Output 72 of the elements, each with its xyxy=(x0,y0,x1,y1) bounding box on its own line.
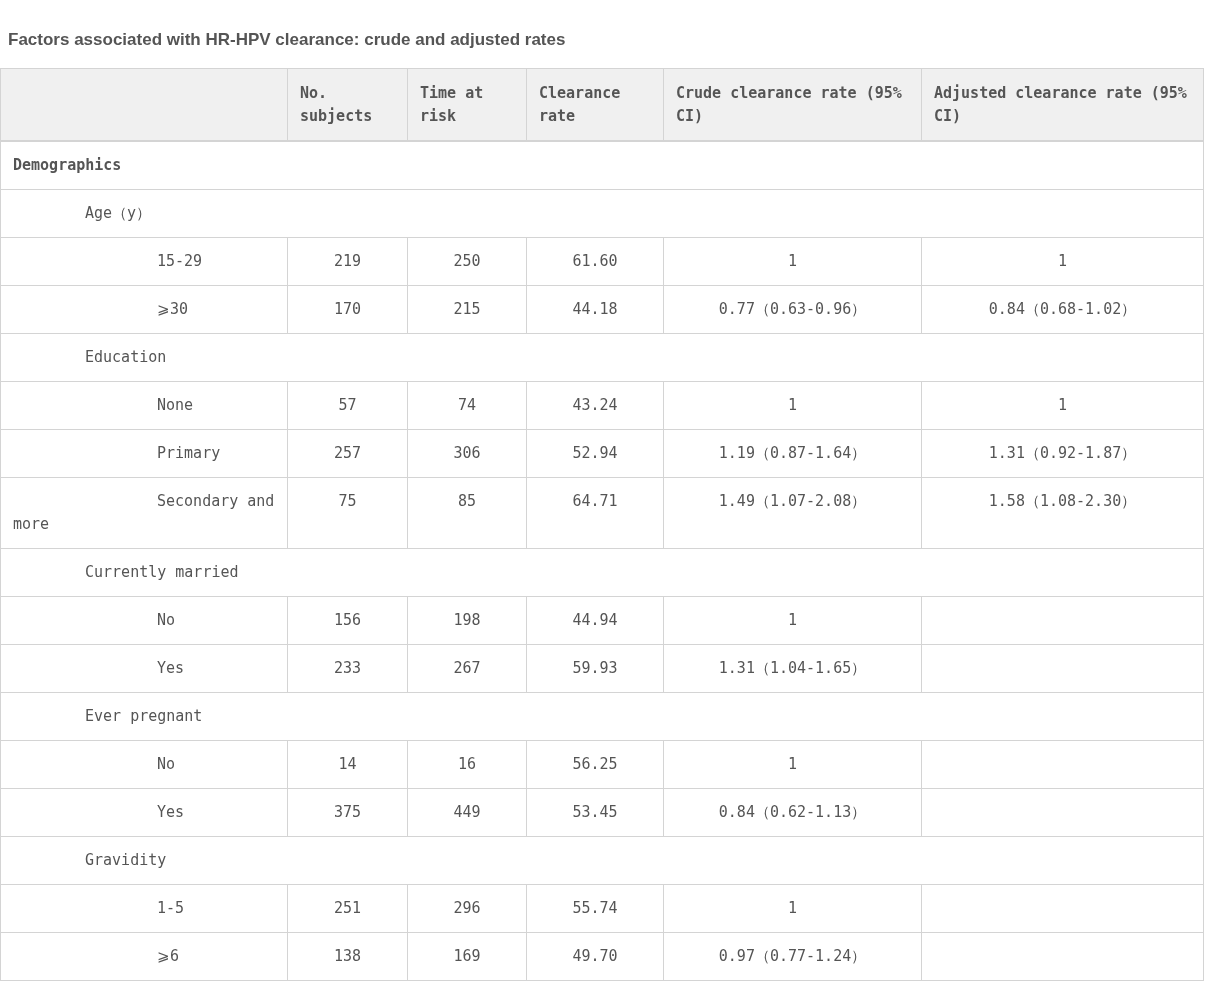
table-cell: 170 xyxy=(287,285,408,334)
table-cell: 267 xyxy=(407,644,527,693)
table-cell: 1 xyxy=(663,237,922,286)
table-cell: 57 xyxy=(287,381,408,430)
table-cell: 251 xyxy=(287,884,408,933)
table-cell: 1.58（1.08-2.30） xyxy=(921,477,1204,549)
table-cell: 0.77（0.63-0.96） xyxy=(663,285,922,334)
table-cell: 14 xyxy=(287,740,408,789)
table-cell: 74 xyxy=(407,381,527,430)
table-cell: 1 xyxy=(663,381,922,430)
table-cell: 44.18 xyxy=(526,285,664,334)
group-label: Education xyxy=(0,333,1204,382)
group-label: Currently married xyxy=(0,548,1204,597)
table-cell: 1.31（1.04-1.65） xyxy=(663,644,922,693)
table-cell: 1.49（1.07-2.08） xyxy=(663,477,922,549)
table-cell: 1 xyxy=(663,884,922,933)
row-label: 1-5 xyxy=(0,884,288,933)
table-cell: 43.24 xyxy=(526,381,664,430)
row-label: Yes xyxy=(0,788,288,837)
row-label: Secondary and more xyxy=(0,477,288,549)
table-cell: 375 xyxy=(287,788,408,837)
table-cell: 0.84（0.62-1.13） xyxy=(663,788,922,837)
row-label: ⩾30 xyxy=(0,285,288,334)
table-cell: 306 xyxy=(407,429,527,478)
group-label: Gravidity xyxy=(0,836,1204,885)
table-cell: 250 xyxy=(407,237,527,286)
table-cell: 296 xyxy=(407,884,527,933)
row-label: None xyxy=(0,381,288,430)
group-label: Ever pregnant xyxy=(0,692,1204,741)
table-cell: 156 xyxy=(287,596,408,645)
column-header: Adjusted clearance rate (95% CI) xyxy=(921,68,1204,141)
table-cell: 169 xyxy=(407,932,527,981)
table-cell: 56.25 xyxy=(526,740,664,789)
row-label: 15-29 xyxy=(0,237,288,286)
table-cell: 85 xyxy=(407,477,527,549)
table-cell: 219 xyxy=(287,237,408,286)
table-cell: 198 xyxy=(407,596,527,645)
row-label: Primary xyxy=(0,429,288,478)
row-label: No xyxy=(0,740,288,789)
table-cell: 64.71 xyxy=(526,477,664,549)
table-cell: 1.31（0.92-1.87） xyxy=(921,429,1204,478)
table-cell: 16 xyxy=(407,740,527,789)
table-title: Factors associated with HR-HPV clearance: crude and adjusted rates xyxy=(8,30,567,50)
table-cell: 61.60 xyxy=(526,237,664,286)
table-cell: 0.84（0.68-1.02） xyxy=(921,285,1204,334)
table-cell: 59.93 xyxy=(526,644,664,693)
column-header: No. subjects xyxy=(287,68,408,141)
table-cell: 44.94 xyxy=(526,596,664,645)
table-cell: 1 xyxy=(663,740,922,789)
table-cell: 75 xyxy=(287,477,408,549)
table-cell: 1.19（0.87-1.64） xyxy=(663,429,922,478)
group-label: Age（y） xyxy=(0,189,1204,238)
table-cell: 55.74 xyxy=(526,884,664,933)
table-cell: 233 xyxy=(287,644,408,693)
table-cell: 1 xyxy=(921,237,1204,286)
table-cell: 449 xyxy=(407,788,527,837)
table-cell: 1 xyxy=(663,596,922,645)
table-cell: 0.97（0.77-1.24） xyxy=(663,932,922,981)
row-label: Yes xyxy=(0,644,288,693)
table-cell: 215 xyxy=(407,285,527,334)
row-label: ⩾6 xyxy=(0,932,288,981)
table-cell: 138 xyxy=(287,932,408,981)
table-cell: 52.94 xyxy=(526,429,664,478)
row-label: No xyxy=(0,596,288,645)
column-header: Time at risk xyxy=(407,68,527,141)
column-header: Crude clearance rate (95% CI) xyxy=(663,68,922,141)
table-cell: 1 xyxy=(921,381,1204,430)
group-label: Demographics xyxy=(0,141,1204,190)
table-cell: 49.70 xyxy=(526,932,664,981)
table-cell: 257 xyxy=(287,429,408,478)
column-header: Clearance rate xyxy=(526,68,664,141)
table-cell: 53.45 xyxy=(526,788,664,837)
